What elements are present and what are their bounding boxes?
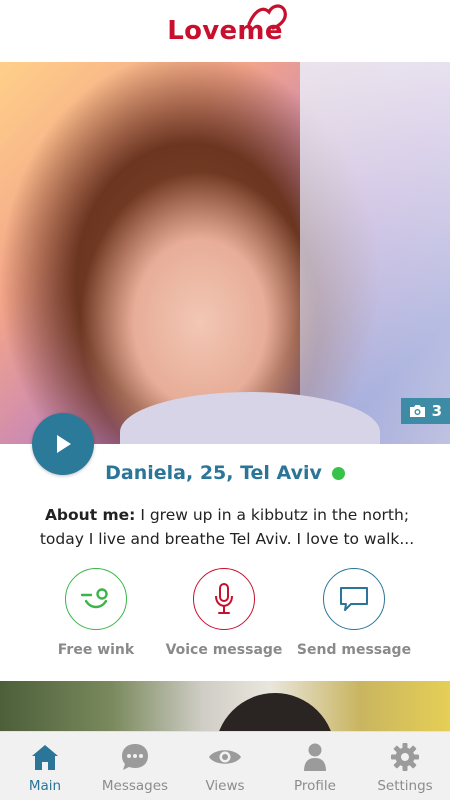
about-me: About me: I grew up in a kibbutz in the …: [32, 503, 422, 551]
loveme-logo[interactable]: Loveme: [167, 4, 287, 46]
photo-count: 3: [431, 402, 442, 420]
home-icon: [32, 745, 58, 770]
camera-icon: [409, 405, 425, 417]
photo-count-badge[interactable]: 3: [400, 398, 450, 424]
voice-message-label: Voice message: [165, 642, 283, 658]
messages-icon: [122, 744, 148, 770]
bottom-navigation: Main Messages Views Profile Settings: [0, 731, 450, 800]
about-label: About me:: [44, 506, 136, 524]
play-icon: [57, 435, 71, 453]
nav-messages[interactable]: Messages: [90, 732, 180, 800]
person-icon: [304, 743, 326, 771]
nav-profile[interactable]: Profile: [270, 732, 360, 800]
voice-message-button[interactable]: Voice message: [159, 568, 289, 658]
nav-messages-label: Messages: [101, 778, 169, 794]
online-status-dot: [331, 466, 345, 480]
action-buttons: Free wink Voice message Send message: [0, 568, 450, 668]
eye-icon: [209, 750, 241, 764]
nav-settings[interactable]: Settings: [360, 732, 450, 800]
wink-icon: [80, 588, 108, 609]
nav-main-label: Main: [28, 778, 62, 794]
gear-icon: [391, 743, 419, 771]
app-header: Loveme: [0, 0, 450, 62]
profile-name-row: Daniela, 25, Tel Aviv: [0, 462, 450, 484]
microphone-icon: [215, 583, 233, 614]
send-message-button[interactable]: Send message: [289, 568, 419, 658]
nav-profile-label: Profile: [294, 778, 336, 794]
profile-photo[interactable]: [0, 62, 450, 444]
profile-name: Daniela, 25, Tel Aviv: [105, 462, 322, 484]
nav-views-label: Views: [205, 778, 245, 794]
nav-settings-label: Settings: [377, 778, 433, 794]
nav-views[interactable]: Views: [180, 732, 270, 800]
nav-main[interactable]: Main: [0, 732, 90, 800]
free-wink-label: Free wink: [57, 642, 135, 658]
chat-bubble-icon: [340, 587, 368, 611]
heart-swoosh-icon: [247, 4, 287, 30]
next-profile-card[interactable]: [0, 681, 450, 731]
send-message-label: Send message: [296, 642, 412, 658]
free-wink-button[interactable]: Free wink: [31, 568, 161, 658]
